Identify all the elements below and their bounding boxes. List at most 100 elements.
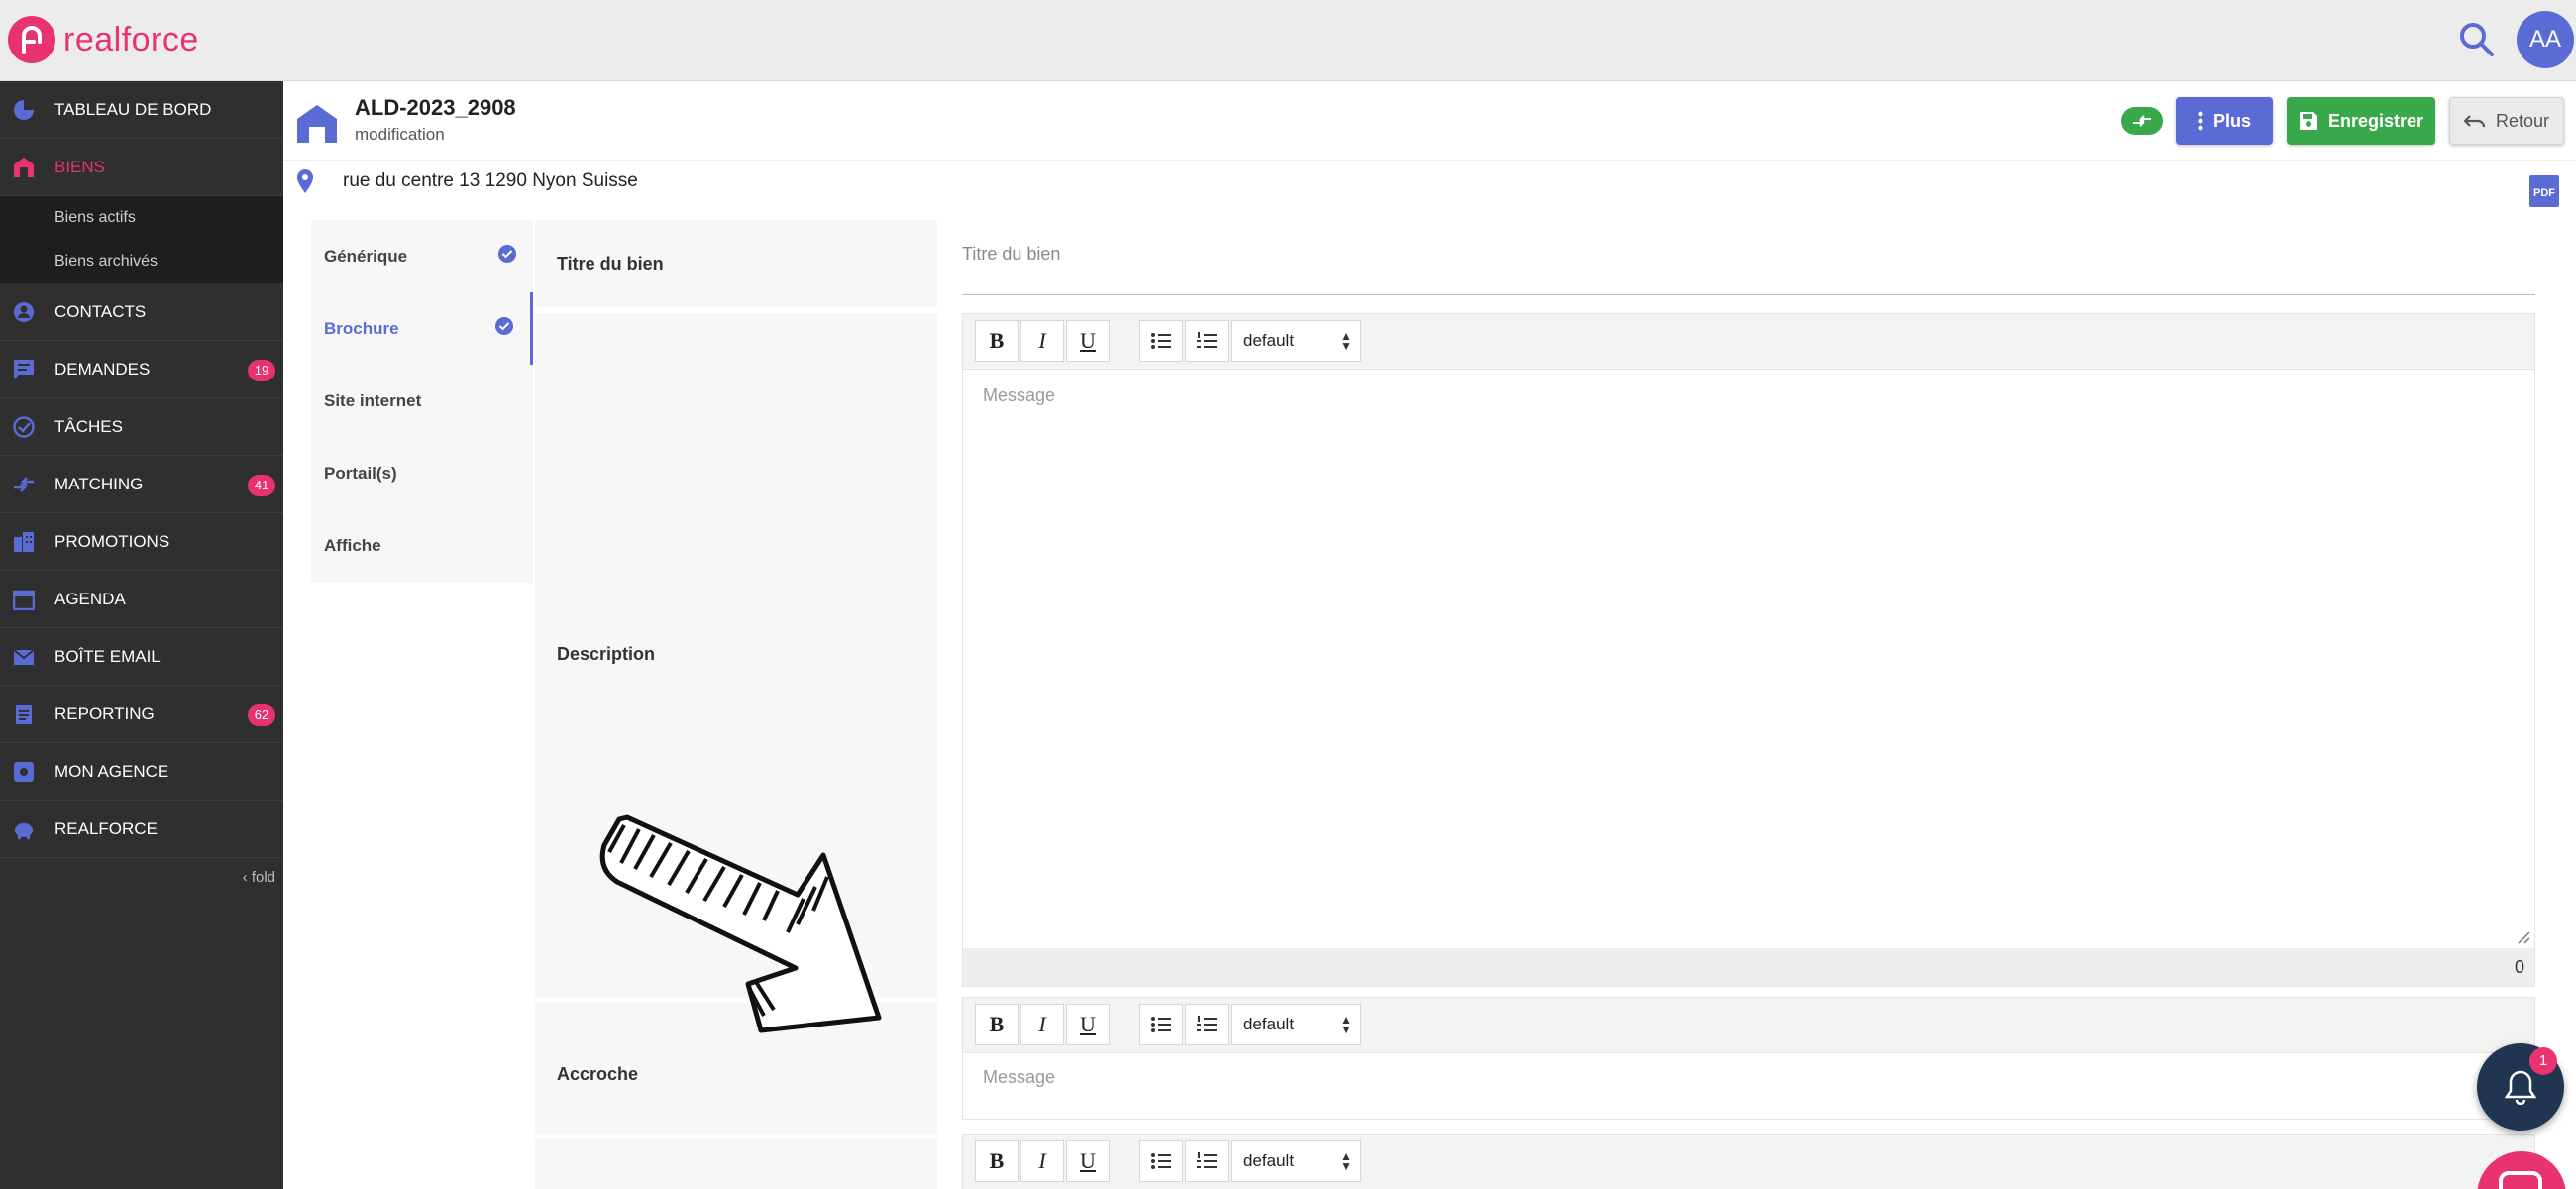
matching-status-toggle[interactable] (2121, 107, 2163, 135)
undo-icon (2463, 115, 2486, 128)
underline-button[interactable]: U (1066, 320, 1110, 362)
house-icon (297, 105, 337, 143)
sidebar-item-matching[interactable]: MATCHING 41 (0, 456, 283, 513)
sidebar-item-realforce[interactable]: REALFORCE (0, 801, 283, 858)
description-field-label: Description (557, 644, 656, 664)
bullet-list-button[interactable] (1139, 320, 1183, 362)
select-caret-icon: ▲ ▼ (1341, 329, 1352, 353)
select-value: default (1243, 331, 1295, 350)
bullet-list-icon (1151, 1153, 1171, 1169)
sidebar-item-contacts[interactable]: CONTACTS (0, 283, 283, 341)
message-placeholder: Message (983, 1067, 1056, 1087)
address-bar: rue du centre 13 1290 Nyon Suisse PDF (283, 161, 2576, 220)
top-bar: realforce AA (0, 0, 2576, 81)
sidebar-item-taches[interactable]: TÂCHES (0, 398, 283, 456)
fold-button[interactable]: ‹ fold (0, 858, 283, 898)
logo[interactable]: realforce (8, 16, 199, 63)
tab-generique[interactable]: Générique (311, 220, 533, 292)
property-address: rue du centre 13 1290 Nyon Suisse (343, 170, 638, 191)
bullet-list-icon (1151, 1017, 1171, 1032)
description-textarea[interactable]: Message (963, 370, 2534, 948)
accroche-editor: B I U default ▲ ▼ Message (962, 997, 2535, 1120)
sidebar-item-label: TABLEAU DE BORD (54, 99, 212, 119)
accroche-field-label: Accroche (557, 1064, 639, 1084)
plus-label: Plus (2212, 110, 2251, 131)
numbered-list-icon (1197, 1152, 1217, 1168)
title-input[interactable]: Titre du bien (962, 240, 2535, 295)
chat-icon (2499, 1171, 2542, 1189)
piggy-icon (15, 823, 33, 839)
numbered-list-button[interactable] (1185, 1140, 1229, 1182)
font-size-select[interactable]: default ▲ ▼ (1231, 1140, 1361, 1182)
brand-name: realforce (63, 20, 199, 58)
tab-portails[interactable]: Portail(s) (311, 437, 533, 509)
sidebar-item-tableau-de-bord[interactable]: TABLEAU DE BORD (0, 81, 283, 139)
tab-label: Affiche (324, 536, 381, 555)
save-label: Enregistrer (2327, 110, 2424, 131)
search-icon[interactable] (2457, 20, 2497, 59)
bullet-list-button[interactable] (1139, 1004, 1183, 1045)
sidebar-item-mon-agence[interactable]: MON AGENCE (0, 743, 283, 801)
page-subtitle: modification (355, 125, 445, 144)
underline-button[interactable]: U (1066, 1004, 1110, 1045)
pdf-icon[interactable]: PDF (2528, 174, 2560, 208)
sidebar-item-label: REPORTING (54, 703, 155, 723)
agency-icon (14, 762, 34, 782)
label-block-title: Titre du bien (535, 220, 937, 307)
tab-label: Portail(s) (324, 464, 397, 483)
font-size-select[interactable]: default ▲ ▼ (1231, 320, 1361, 362)
accroche-textarea[interactable]: Message (963, 1053, 2534, 1119)
sidebar-item-promotions[interactable]: PROMOTIONS (0, 513, 283, 571)
resize-handle-icon[interactable] (2517, 930, 2530, 944)
sidebar-item-reporting[interactable]: REPORTING 62 (0, 686, 283, 743)
back-label: Retour (2495, 110, 2550, 131)
italic-button[interactable]: I (1020, 1140, 1064, 1182)
chevron-left-icon: ‹ (242, 869, 252, 886)
sidebar-item-boite-email[interactable]: BOÎTE EMAIL (0, 628, 283, 686)
back-button[interactable]: Retour (2449, 97, 2564, 145)
bullet-list-button[interactable] (1139, 1140, 1183, 1182)
bold-button[interactable]: B (975, 1004, 1019, 1045)
title-field-label: Titre du bien (557, 254, 664, 273)
bold-button[interactable]: B (975, 1140, 1019, 1182)
location-pin-icon (297, 169, 313, 193)
sidebar-item-label: TÂCHES (54, 416, 123, 436)
editor-toolbar: B I U default ▲ ▼ (963, 1135, 2534, 1189)
realforce-logo-icon (8, 16, 55, 63)
save-button[interactable]: Enregistrer (2287, 97, 2435, 145)
tab-label: Brochure (324, 319, 399, 338)
bell-icon (2505, 1070, 2536, 1105)
page-title: ALD-2023_2908 (355, 95, 516, 120)
sidebar-item-label: DEMANDES (54, 359, 151, 378)
tab-affiche[interactable]: Affiche (311, 509, 533, 582)
tab-brochure[interactable]: Brochure (311, 292, 533, 365)
notification-badge: 19 (248, 360, 275, 381)
description-editor: B I U default ▲ ▼ Message 0 (962, 313, 2535, 987)
numbered-list-button[interactable] (1185, 1004, 1229, 1045)
sidebar-item-label: AGENDA (54, 589, 126, 608)
underline-button[interactable]: U (1066, 1140, 1110, 1182)
notification-badge: 62 (248, 704, 275, 726)
sidebar-item-biens[interactable]: BIENS (0, 139, 283, 196)
italic-button[interactable]: I (1020, 320, 1064, 362)
plus-button[interactable]: Plus (2176, 97, 2273, 145)
swap-icon (2133, 115, 2151, 127)
building-icon (14, 158, 34, 177)
font-size-select[interactable]: default ▲ ▼ (1231, 1004, 1361, 1045)
sidebar-item-agenda[interactable]: AGENDA (0, 571, 283, 628)
person-icon (14, 302, 34, 322)
check-circle-icon (13, 416, 35, 438)
sidebar: TABLEAU DE BORD BIENS Biens actifs Biens… (0, 81, 283, 1189)
sidebar-item-demandes[interactable]: DEMANDES 19 (0, 341, 283, 398)
sidebar-subitem-biens-actifs[interactable]: Biens actifs (0, 196, 283, 240)
user-avatar[interactable]: AA (2517, 11, 2574, 68)
pie-chart-icon (14, 100, 34, 120)
bold-button[interactable]: B (975, 320, 1019, 362)
italic-button[interactable]: I (1020, 1004, 1064, 1045)
sidebar-item-label: CONTACTS (54, 301, 147, 321)
sidebar-item-label: MON AGENCE (54, 761, 169, 781)
sidebar-subitem-biens-archives[interactable]: Biens archivés (0, 240, 283, 283)
tab-site-internet[interactable]: Site internet (311, 365, 533, 437)
more-vertical-icon (2198, 111, 2203, 131)
numbered-list-button[interactable] (1185, 320, 1229, 362)
